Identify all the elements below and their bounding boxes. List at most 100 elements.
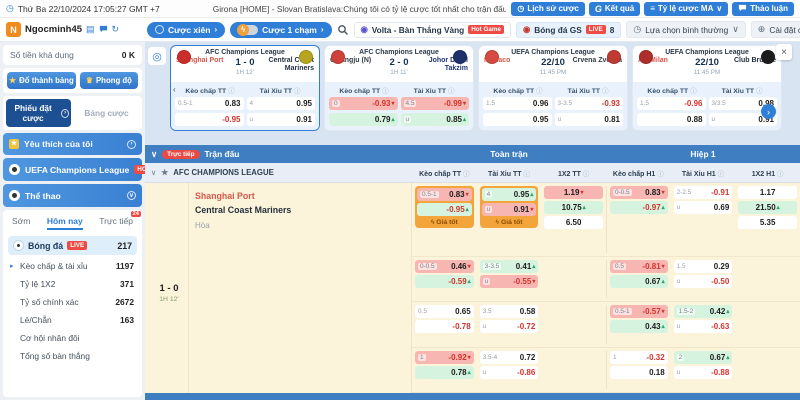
odds-cell[interactable]: 0.43▴	[610, 320, 668, 333]
odds-cell[interactable]: 1.19▾	[544, 186, 603, 199]
sidebar-item-uefa[interactable]: UEFA Champions League HOT ›	[3, 158, 142, 181]
odds-cell[interactable]: 0.50.65	[415, 305, 474, 318]
odds-cell[interactable]: u-0.86	[480, 366, 539, 379]
odds-cell[interactable]: 1.5-20.42▴	[674, 305, 733, 318]
odds-cell[interactable]: -0.95▴	[417, 203, 472, 216]
form-button[interactable]: ♛ Phong độ	[80, 72, 138, 89]
leaderboard-button[interactable]: ★ Đổ thành bảng	[7, 72, 76, 89]
odds-cell[interactable]: 1.50.96	[483, 97, 552, 110]
one-touch-bet-button[interactable]: ϟ Cược 1 chạm ›	[230, 22, 331, 38]
info-icon[interactable]: ⓘ	[602, 88, 609, 95]
info-icon[interactable]: ⓘ	[448, 88, 455, 95]
odds-cell[interactable]: 40.95	[247, 97, 316, 110]
info-icon[interactable]: ⓘ	[777, 171, 784, 178]
odds-cell[interactable]: 0.67▴	[610, 275, 668, 288]
info-icon[interactable]: ⓘ	[756, 88, 763, 95]
odds-cell[interactable]: 0.95	[483, 113, 552, 126]
match-card[interactable]: AFC Champions LeagueShanghai Port1 - 01H…	[170, 45, 320, 131]
odds-cell[interactable]: u-0.72	[480, 320, 539, 333]
notice-ticker[interactable]: Girona [HOME] - Slovan Bratislava:Chúng …	[209, 4, 507, 14]
odds-cell[interactable]: 21.50▴	[738, 201, 797, 214]
odds-cell[interactable]: u-0.55▾	[480, 275, 539, 288]
cards-next-button[interactable]: ›	[761, 104, 776, 119]
league-pin-button[interactable]: ◎	[148, 47, 166, 65]
info-icon[interactable]: ⓘ	[690, 88, 697, 95]
sidebar-sport-item[interactable]: Tổng số bàn thắng	[8, 347, 137, 365]
sidebar-sport-item[interactable]: Cơ hội nhân đôi	[8, 329, 137, 347]
odds-cell[interactable]: 1-0.92▾	[415, 351, 474, 364]
odds-ma-button[interactable]: ≡ Tỷ lệ cược MA ∨	[644, 2, 728, 16]
odds-cell[interactable]: u0.69	[674, 201, 733, 214]
collapse-icon[interactable]: ∨	[151, 149, 157, 159]
best-price-label[interactable]: ϟ Giá tốt	[482, 218, 537, 226]
search-button[interactable]	[337, 24, 349, 36]
odds-cell[interactable]: 0-0.50.46▾	[415, 260, 474, 273]
odds-cell[interactable]: -0.95	[175, 113, 244, 126]
message-icon[interactable]	[99, 25, 108, 34]
league-row[interactable]: ∨ ★ AFC CHAMPIONS LEAGUE	[145, 168, 412, 177]
close-cards-button[interactable]: ×	[776, 44, 792, 60]
refresh-icon[interactable]: ↻	[112, 24, 120, 35]
odds-cell[interactable]: 3.5-40.72	[480, 351, 539, 364]
discussion-button[interactable]: Thảo luận	[732, 2, 794, 16]
collapse-icon[interactable]: ∨	[151, 169, 156, 177]
sidebar-item-football[interactable]: Bóng đá LIVE 217	[8, 236, 137, 255]
info-icon[interactable]: ⓘ	[463, 171, 470, 178]
odds-cell[interactable]: u0.81	[555, 113, 624, 126]
odds-cell[interactable]: 0.78▴	[415, 366, 474, 379]
odds-cell[interactable]: 20.67▴	[674, 351, 733, 364]
tab-bets[interactable]: Bảng cược	[74, 99, 139, 127]
tab-betslip[interactable]: Phiếu đặt cược ›	[6, 99, 71, 127]
odds-cell[interactable]: u-0.50	[674, 275, 733, 288]
volta-game-button[interactable]: ◉ Volta - Bàn Thắng Vàng Hot Game	[354, 22, 512, 38]
odds-cell[interactable]: 1.50.29	[674, 260, 733, 273]
results-button[interactable]: G Kết quả	[589, 2, 640, 16]
sidebar-sport-item[interactable]: Tỷ lệ 1X2371	[8, 275, 137, 293]
odds-cell[interactable]: 0.88	[637, 113, 706, 126]
info-icon[interactable]: ⓘ	[718, 171, 725, 178]
sidebar-sport-item[interactable]: Tỷ số chính xác2672	[8, 293, 137, 311]
bet-settings-button[interactable]: ⊕ Cài đặt cược	[751, 21, 800, 38]
odds-cell[interactable]: 3.50.58	[480, 305, 539, 318]
tab-today[interactable]: Hôm nay	[47, 216, 83, 230]
sidebar-item-sports[interactable]: Thể thao ∨	[3, 184, 142, 207]
info-icon[interactable]: ⓘ	[536, 88, 543, 95]
odds-cell[interactable]: 2-2.5-0.91	[674, 186, 733, 199]
odds-cell[interactable]: 1.17	[738, 186, 797, 199]
odds-cell[interactable]: u0.91▾	[482, 203, 537, 216]
info-icon[interactable]: ⓘ	[523, 171, 530, 178]
odds-cell[interactable]: 1.5-0.96	[637, 97, 706, 110]
info-icon[interactable]: ⓘ	[228, 88, 235, 95]
bet-history-button[interactable]: ◷ Lịch sử cược	[511, 2, 585, 16]
avatar[interactable]: N	[6, 22, 21, 37]
match-card[interactable]: UEFA Champions LeagueAC Milan22/1011:45 …	[632, 45, 782, 131]
odds-cell[interactable]: 0.5-10.83▾	[417, 188, 472, 201]
match-card[interactable]: UEFA Champions LeagueMonaco22/1011:45 PM…	[478, 45, 628, 131]
match-card[interactable]: AFC Champions LeagueGwangju (N)2 - 01H 1…	[324, 45, 474, 131]
odds-cell[interactable]: u-0.88	[674, 366, 733, 379]
odds-cell[interactable]: 1-0.32	[610, 351, 668, 364]
gs-football-button[interactable]: ◉ Bóng đá GS LIVE 8	[516, 22, 621, 38]
chevron-left-icon[interactable]: ‹	[173, 85, 176, 94]
sidebar-sport-item[interactable]: Lẻ/Chẵn163	[8, 311, 137, 329]
odds-cell[interactable]: u0.85▴	[401, 113, 470, 126]
info-icon[interactable]: ⓘ	[657, 171, 664, 178]
book-icon[interactable]: ▤	[86, 24, 95, 35]
odds-cell[interactable]: 40.95▴	[482, 188, 537, 201]
info-icon[interactable]: ⓘ	[382, 88, 389, 95]
odds-cell[interactable]: 3-3.5-0.93	[555, 97, 624, 110]
odds-cell[interactable]: 0-0.50.83▾	[610, 186, 668, 199]
odds-cell[interactable]: -0.97▴	[610, 201, 668, 214]
odds-cell[interactable]: -0.78	[415, 320, 474, 333]
odds-cell[interactable]: 0.5-0.81▾	[610, 260, 668, 273]
one-touch-toggle[interactable]: ϟ	[238, 25, 258, 35]
odds-cell[interactable]: 0.5-10.83	[175, 97, 244, 110]
odds-cell[interactable]: 0.79▴	[329, 113, 398, 126]
odds-cell[interactable]: u-0.63	[674, 320, 733, 333]
odds-cell[interactable]: u0.91	[247, 113, 316, 126]
odds-cell[interactable]: 0-0.93▾	[329, 97, 398, 110]
normal-selection-dropdown[interactable]: ◷ Lựa chọn bình thường ∨	[626, 21, 745, 38]
odds-cell[interactable]: 6.50	[544, 216, 603, 229]
odds-cell[interactable]: 4.5-0.99▾	[401, 97, 470, 110]
sidebar-sport-item[interactable]: ▸Kèo chấp & tài xỉu1197	[8, 257, 137, 275]
